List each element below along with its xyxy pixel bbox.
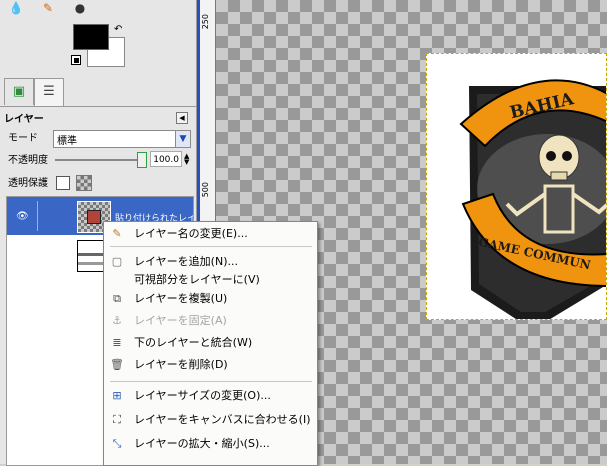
skull-jaw (550, 171, 568, 181)
panel-title: レイヤー (4, 114, 44, 125)
mode-label: モード (8, 133, 38, 144)
alpha-checker-icon (76, 175, 92, 191)
spinner-icon[interactable]: ▲ ▼ (184, 153, 189, 166)
menu-item-label: レイヤーサイズの変更(O)... (134, 389, 271, 402)
toolbox-row: 💧 ✎ ● (0, 0, 196, 18)
chevron-down-icon[interactable]: ▼ (175, 131, 190, 147)
blur-drop-icon[interactable]: 💧 (8, 1, 24, 15)
dodge-burn-icon[interactable]: ● (72, 1, 88, 15)
menu-item-edit-name[interactable]: ✎ レイヤー名の変更(E)... (104, 224, 317, 244)
menu-separator (110, 381, 312, 382)
menu-item-label: レイヤーを追加(N)... (134, 255, 238, 268)
menu-item-label: レイヤーを削除(D) (134, 358, 228, 371)
skull-eye (562, 151, 572, 161)
merge-down-icon: ≣ (112, 336, 122, 349)
menu-item-label: レイヤーをキャンバスに合わせる(I) (134, 413, 311, 426)
delete-layer-icon: 🗑 (110, 358, 124, 371)
eye-icon[interactable]: 👁 (16, 211, 29, 222)
menu-item-new-layer[interactable]: ▢ レイヤーを追加(N)... (104, 252, 317, 272)
opacity-input[interactable]: 100.0 (150, 151, 182, 167)
swap-colors-icon[interactable]: ↶ (114, 24, 122, 35)
lock-alpha-checkbox[interactable] (56, 176, 70, 190)
menu-item-label: レイヤーを固定(A) (134, 314, 227, 327)
menu-separator (110, 246, 312, 247)
layers-tab-icon[interactable]: ☰ (34, 78, 64, 106)
menu-item-layer-to-image-size[interactable]: ⛶ レイヤーをキャンバスに合わせる(I) (104, 410, 317, 430)
foreground-color-swatch[interactable] (73, 24, 109, 50)
layer-to-image-size-icon: ⛶ (113, 413, 121, 426)
default-colors-icon-inner (74, 58, 79, 63)
menu-item-duplicate-layer[interactable]: ⧉ レイヤーを複製(U) (104, 289, 317, 309)
ruler-label: 250 (201, 14, 210, 30)
menu-item-label: レイヤーを複製(U) (134, 292, 228, 305)
menu-item-label: レイヤー名の変更(E)... (134, 227, 248, 240)
menu-item-label: 可視部分をレイヤーに(V) (134, 273, 260, 286)
menu-item-label: 下のレイヤーと統合(W) (134, 336, 253, 349)
menu-item-scale-layer[interactable]: ⤡ レイヤーの拡大・縮小(S)... (104, 434, 317, 454)
lock-label: 透明保護 (8, 178, 48, 189)
opacity-slider[interactable] (55, 159, 143, 161)
opacity-slider-handle[interactable] (137, 152, 147, 168)
skull-eye (546, 151, 556, 161)
menu-item-label: レイヤーの拡大・縮小(S)... (134, 437, 270, 450)
scale-layer-icon: ⤡ (112, 437, 122, 450)
edit-name-icon: ✎ (112, 227, 122, 240)
mode-value: 標準 (57, 136, 77, 147)
layer-context-menu: ✎ レイヤー名の変更(E)... ▢ レイヤーを追加(N)... 可視部分をレイ… (103, 221, 318, 466)
new-layer-icon: ▢ (111, 255, 123, 268)
channels-tab-icon[interactable]: ▣ (4, 78, 34, 105)
image-artwork: BAHIA GAME COMMUN (426, 53, 607, 320)
menu-item-anchor-layer[interactable]: ⚓ レイヤーを固定(A) (104, 311, 317, 331)
dock-tabs: ▣ ☰ (0, 76, 196, 107)
logo-artwork: BAHIA GAME COMMUN (459, 79, 606, 319)
panel-menu-icon[interactable]: ◀ (176, 112, 188, 124)
duplicate-layer-icon: ⧉ (113, 292, 121, 305)
menu-item-new-from-visible[interactable]: 可視部分をレイヤーに(V) (104, 270, 317, 290)
divider (37, 201, 38, 231)
ruler-tick-label: 250 (201, 14, 210, 30)
layer-boundary-size-icon: ⊞ (112, 389, 122, 402)
ruler-tick-label: 500 (201, 182, 210, 198)
menu-item-delete-layer[interactable]: 🗑 レイヤーを削除(D) (104, 355, 317, 375)
layer-thumbnail-content (87, 210, 101, 224)
menu-item-layer-boundary-size[interactable]: ⊞ レイヤーサイズの変更(O)... (104, 386, 317, 406)
menu-item-merge-down[interactable]: ≣ 下のレイヤーと統合(W) (104, 333, 317, 353)
mode-select[interactable]: 標準 ▼ (53, 130, 191, 148)
ruler-label: 500 (201, 182, 210, 198)
opacity-label: 不透明度 (8, 155, 48, 166)
anchor-layer-icon: ⚓ (112, 314, 122, 327)
smudge-icon[interactable]: ✎ (40, 1, 56, 15)
